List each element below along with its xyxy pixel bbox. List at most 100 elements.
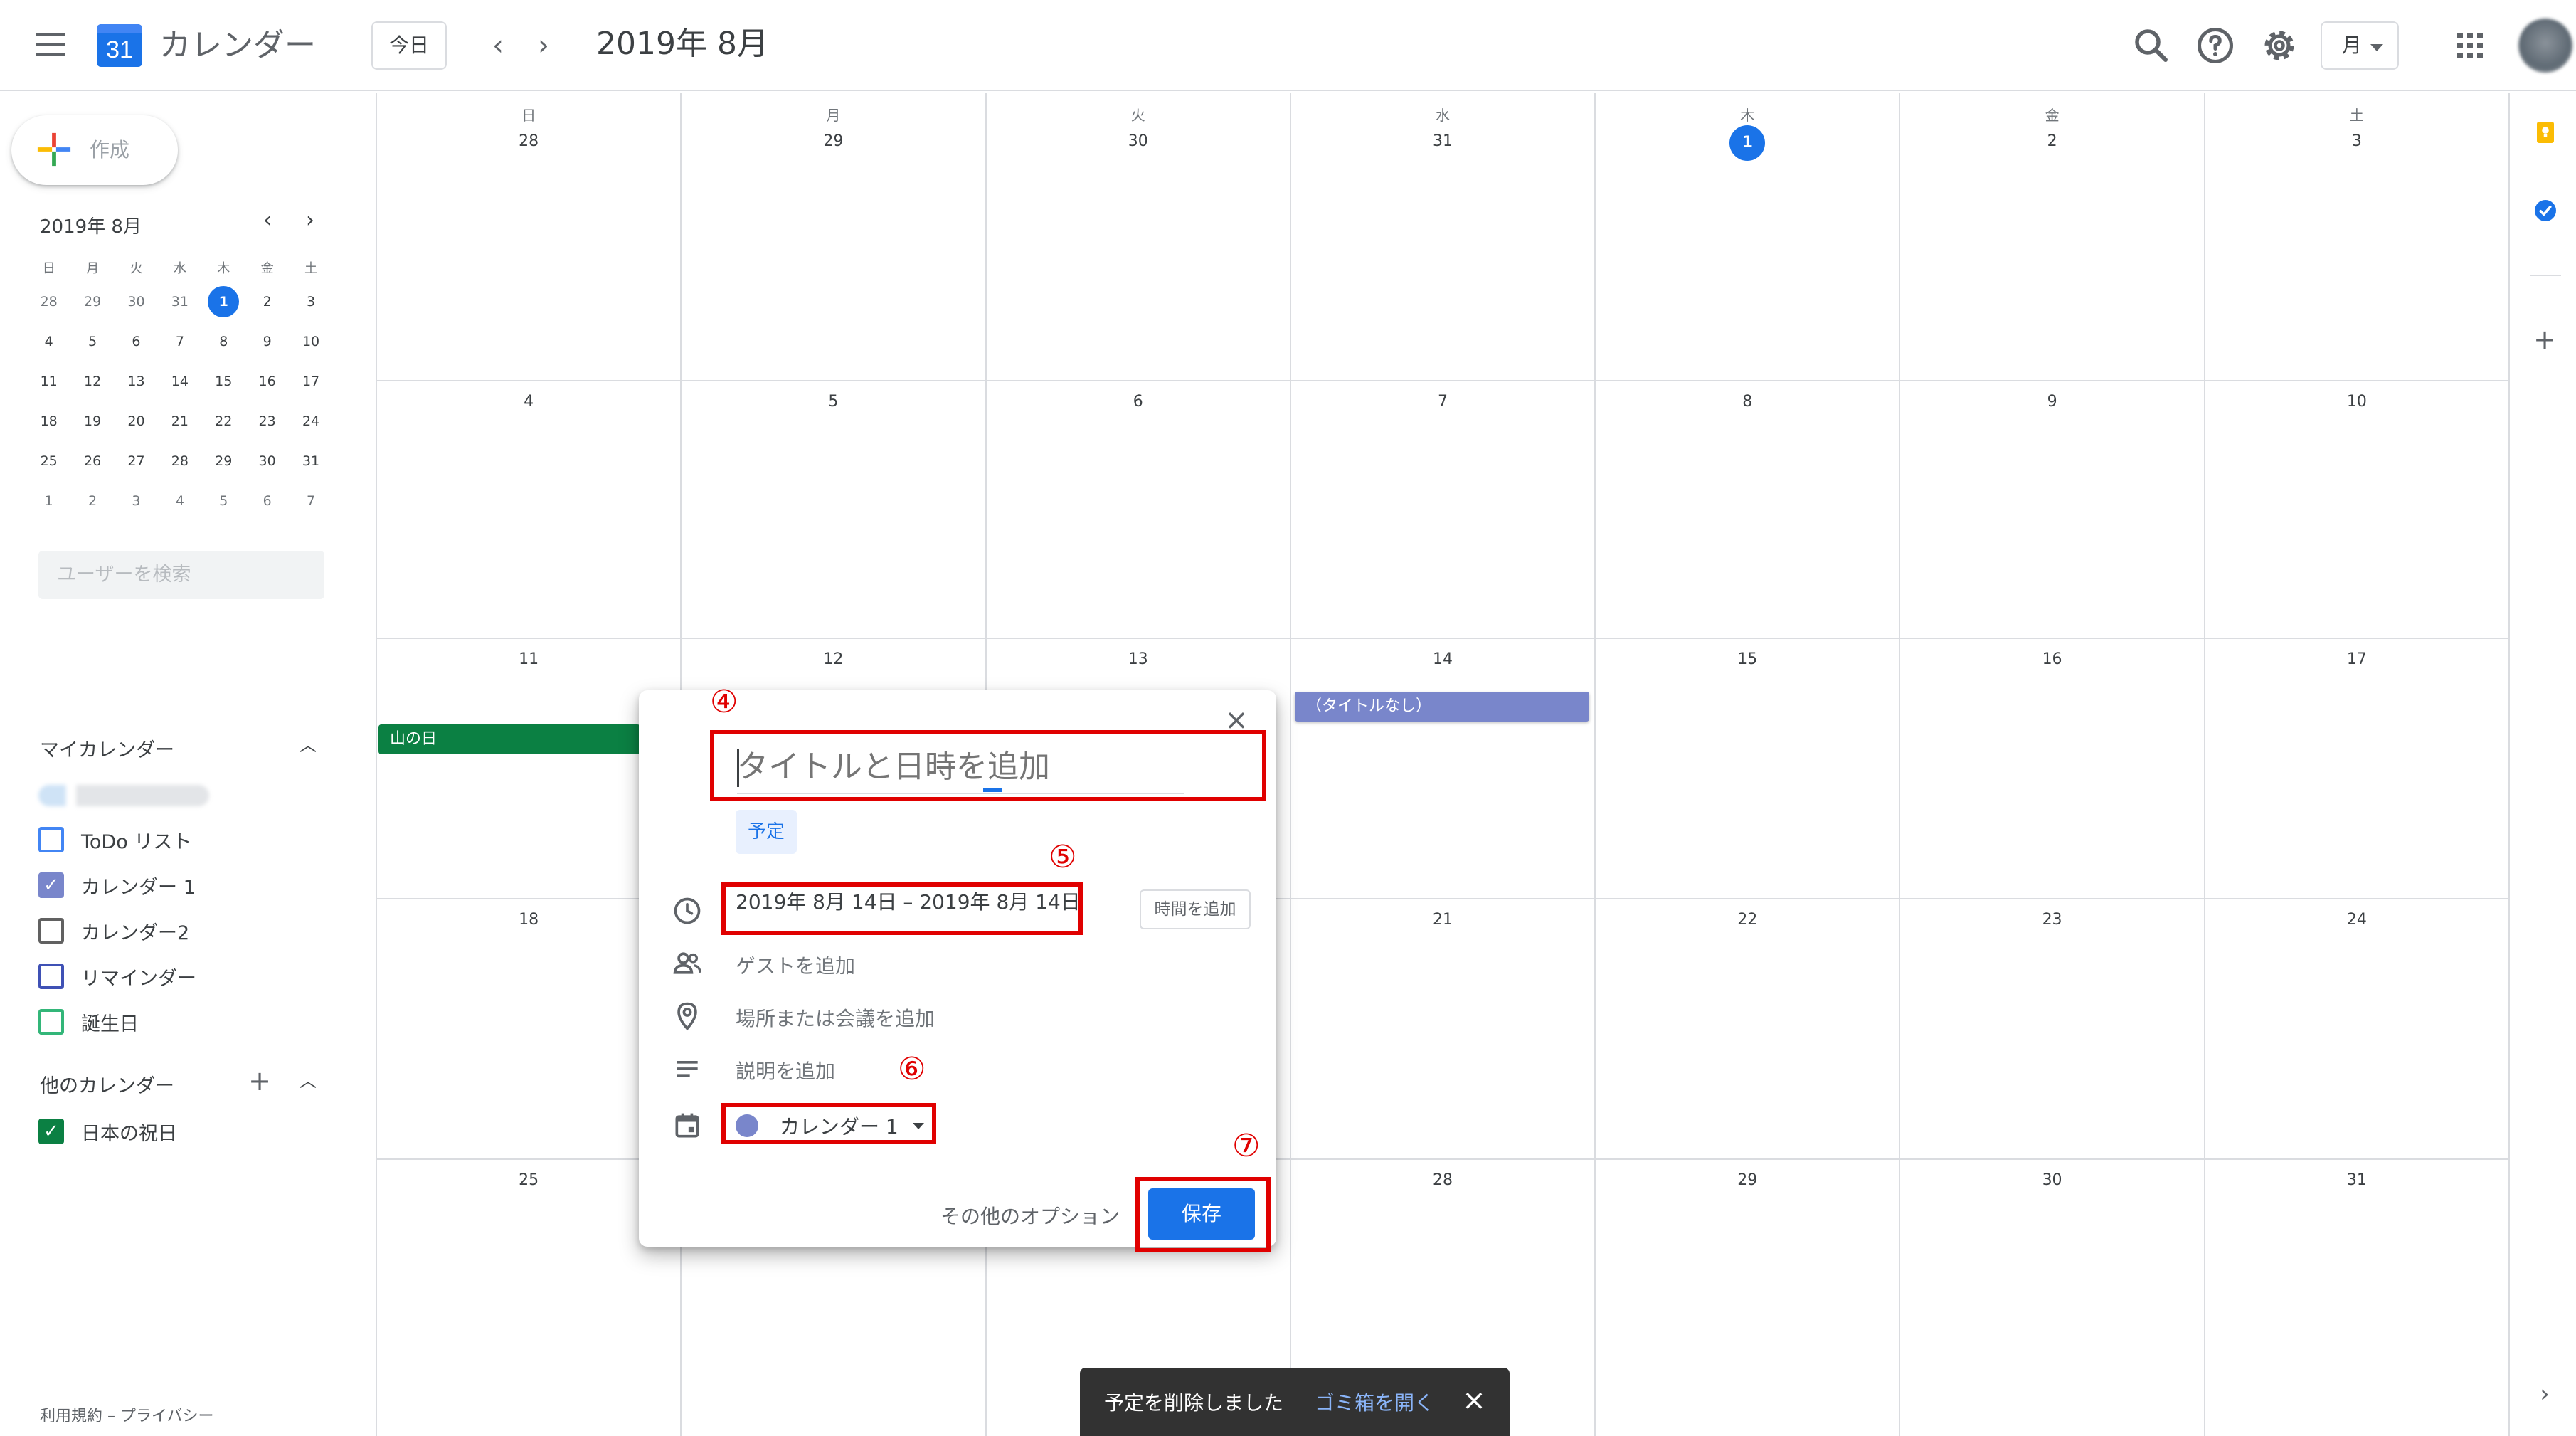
next-period-chevron-right-icon[interactable]: › — [524, 26, 563, 65]
mini-calendar-day[interactable]: 28 — [158, 453, 201, 469]
mini-calendar-day[interactable]: 18 — [27, 413, 70, 429]
mini-calendar-day[interactable]: 30 — [245, 453, 289, 469]
date-number[interactable]: 8 — [1596, 393, 1899, 411]
mini-calendar-day[interactable]: 3 — [115, 493, 158, 509]
create-button[interactable]: 作成 — [11, 115, 178, 185]
date-number[interactable]: 10 — [2205, 393, 2508, 411]
open-trash-link[interactable]: ゴミ箱を開く — [1315, 1388, 1434, 1416]
day-cell[interactable]: 21 — [1291, 899, 1596, 1158]
mini-calendar-day[interactable]: 22 — [202, 413, 245, 429]
date-number[interactable]: 24 — [2205, 911, 2508, 929]
calendar-list-item[interactable]: ToDo リスト — [38, 823, 191, 857]
day-cell[interactable]: 25 — [377, 1160, 682, 1436]
mini-calendar-day[interactable]: 11 — [27, 374, 70, 389]
date-number[interactable]: 28 — [377, 132, 680, 150]
date-number[interactable]: 29 — [1596, 1171, 1899, 1189]
mini-calendar-day[interactable]: 2 — [245, 294, 289, 310]
calendar-list-item[interactable]: ✓ 日本の祝日 — [38, 1114, 177, 1149]
other-calendars-collapse-chevron-up-icon[interactable]: ︿ — [297, 1070, 319, 1092]
mini-calendar-day[interactable]: 17 — [289, 374, 332, 389]
date-number[interactable]: 9 — [1900, 393, 2203, 411]
event-type-tab[interactable]: 予定 — [736, 810, 797, 854]
date-number[interactable]: 16 — [1900, 650, 2203, 668]
mini-calendar-day[interactable]: 12 — [70, 374, 114, 389]
date-number[interactable]: 14 — [1291, 650, 1594, 668]
date-number[interactable]: 28 — [1291, 1171, 1594, 1189]
day-cell[interactable]: 4 — [377, 381, 682, 638]
mini-calendar-day[interactable]: 7 — [289, 493, 332, 509]
mini-calendar-day[interactable]: 23 — [245, 413, 289, 429]
date-number[interactable]: 29 — [682, 132, 985, 150]
checkbox-checked-icon[interactable]: ✓ — [38, 872, 64, 898]
search-icon[interactable] — [2130, 24, 2173, 67]
mini-calendar-day[interactable]: 4 — [158, 493, 201, 509]
mini-calendar-day[interactable]: 9 — [245, 334, 289, 349]
day-cell[interactable]: 30 — [1900, 1160, 2205, 1436]
mini-calendar-day[interactable]: 1 — [27, 493, 70, 509]
date-number[interactable]: 4 — [377, 393, 680, 411]
close-icon[interactable]: × — [1458, 1385, 1490, 1416]
mini-calendar-day[interactable]: 20 — [115, 413, 158, 429]
date-number[interactable]: 30 — [1900, 1171, 2203, 1189]
checkbox-unchecked-icon[interactable] — [38, 1009, 64, 1035]
mini-calendar-day[interactable]: 8 — [202, 334, 245, 349]
mini-calendar-day[interactable]: 10 — [289, 334, 332, 349]
mini-calendar-day[interactable]: 6 — [245, 493, 289, 509]
day-cell[interactable]: 金2 — [1900, 93, 2205, 380]
date-number[interactable]: 25 — [377, 1171, 680, 1189]
mini-calendar-day[interactable]: 4 — [27, 334, 70, 349]
date-number[interactable]: 3 — [2205, 132, 2508, 150]
account-calendar-item[interactable] — [38, 778, 209, 813]
mini-calendar-day[interactable]: 19 — [70, 413, 114, 429]
keep-icon[interactable] — [2533, 120, 2558, 145]
date-number[interactable]: 23 — [1900, 911, 2203, 929]
day-cell[interactable]: 24 — [2205, 899, 2510, 1158]
my-calendars-collapse-chevron-up-icon[interactable]: ︿ — [297, 734, 319, 756]
event-chip-holiday[interactable]: 山の日 — [378, 724, 640, 754]
add-time-button[interactable]: 時間を追加 — [1140, 889, 1251, 929]
collapse-side-panel-chevron-right-icon[interactable]: › — [2533, 1382, 2557, 1406]
day-cell[interactable]: 月 29 — [682, 93, 987, 380]
day-cell[interactable]: 10 — [2205, 381, 2510, 638]
mini-calendar-next-chevron-right-icon[interactable]: › — [295, 205, 326, 236]
my-calendars-heading[interactable]: マイカレンダー — [40, 734, 174, 762]
day-cell[interactable]: 23 — [1900, 899, 2205, 1158]
mini-calendar-day[interactable]: 13 — [115, 374, 158, 389]
date-number[interactable]: 12 — [682, 650, 985, 668]
day-cell[interactable]: 8 — [1596, 381, 1901, 638]
account-avatar[interactable] — [2518, 19, 2572, 73]
get-addons-plus-icon[interactable]: + — [2533, 326, 2557, 353]
mini-calendar-day[interactable]: 16 — [245, 374, 289, 389]
other-calendars-heading[interactable]: 他のカレンダー — [40, 1070, 174, 1098]
day-cell[interactable]: 18 — [377, 899, 682, 1158]
calendar-list-item[interactable]: ✓ カレンダー 1 — [38, 868, 196, 902]
mini-calendar-day[interactable]: 15 — [202, 374, 245, 389]
user-search-input[interactable]: ユーザーを検索 — [38, 551, 324, 599]
add-location-field[interactable]: 場所または会議を追加 — [736, 1003, 935, 1032]
mini-calendar-day[interactable]: 5 — [202, 493, 245, 509]
day-cell[interactable]: 15 — [1596, 639, 1901, 898]
day-cell[interactable]: 17 — [2205, 639, 2510, 898]
mini-calendar-day[interactable]: 30 — [115, 294, 158, 310]
day-cell[interactable]: 6 — [987, 381, 1291, 638]
add-description-field[interactable]: 説明を追加 — [736, 1056, 835, 1084]
date-number[interactable]: 15 — [1596, 650, 1899, 668]
view-select-dropdown[interactable]: 月 — [2321, 21, 2399, 70]
calendar-list-item[interactable]: 誕生日 — [38, 1005, 139, 1039]
google-apps-grid-icon[interactable] — [2457, 33, 2483, 58]
day-cell[interactable]: 7 — [1291, 381, 1596, 638]
day-cell[interactable]: 木1 — [1596, 93, 1901, 380]
checkbox-unchecked-icon[interactable] — [38, 827, 64, 852]
add-other-calendar-plus-icon[interactable]: + — [248, 1067, 272, 1094]
mini-calendar-day[interactable]: 27 — [115, 453, 158, 469]
day-cell[interactable]: 5 — [682, 381, 987, 638]
mini-calendar-day[interactable]: 24 — [289, 413, 332, 429]
date-number[interactable]: 21 — [1291, 911, 1594, 929]
calendar-list-item[interactable]: リマインダー — [38, 959, 196, 993]
date-number[interactable]: 31 — [1291, 132, 1594, 150]
day-cell[interactable]: 水 31 — [1291, 93, 1596, 380]
terms-privacy-links[interactable]: 利用規約 – プライバシー — [40, 1403, 214, 1426]
date-number[interactable]: 30 — [987, 132, 1290, 150]
day-cell[interactable]: 11 — [377, 639, 682, 898]
date-number[interactable]: 7 — [1291, 393, 1594, 411]
